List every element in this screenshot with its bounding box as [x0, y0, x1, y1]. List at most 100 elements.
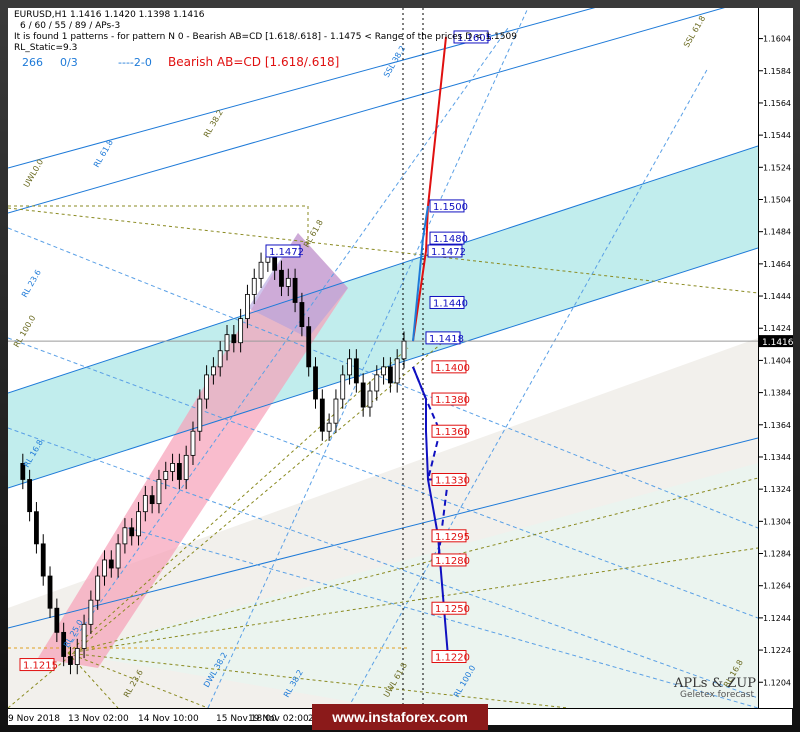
candle-body	[183, 454, 189, 480]
candle-body	[279, 269, 284, 287]
candle-body	[360, 382, 366, 408]
candle-body	[149, 495, 155, 505]
candle-body	[340, 374, 346, 400]
down-target-label: 1.1250	[435, 604, 470, 615]
down-target-label: 1.1295	[435, 532, 470, 543]
candle-body	[319, 398, 325, 432]
candle-body	[211, 366, 216, 376]
y-tick-label: 1.1524	[763, 163, 791, 172]
symbol-line: EURUSD,H1 1.1416 1.1420 1.1398 1.1416	[14, 10, 205, 20]
candle-body	[387, 366, 393, 384]
candle-body	[40, 543, 46, 577]
y-tick-label: 1.1504	[763, 195, 791, 204]
candle-body	[394, 358, 400, 384]
y-tick-label: 1.1364	[763, 421, 791, 430]
y-tick-label: 1.1264	[763, 582, 791, 591]
current-price-label: 1.1416	[762, 338, 793, 348]
candle-body	[326, 422, 332, 432]
candle-body	[54, 607, 60, 633]
y-tick-label: 1.1344	[763, 453, 791, 462]
y-tick-label: 1.1444	[763, 292, 791, 301]
candle-body	[217, 350, 223, 368]
candle-body	[81, 623, 87, 649]
candle-body	[353, 358, 359, 384]
level-line-label: UWL0.0	[22, 158, 45, 189]
params-line: 6 / 60 / 55 / 89 / APs-3	[20, 21, 121, 31]
level-line-label: RL 61.8	[302, 218, 325, 249]
site-banner[interactable]: www.instaforex.com	[312, 704, 488, 730]
down-target-label: 1.1330	[435, 475, 470, 486]
candle-body	[238, 318, 244, 344]
candle-body	[258, 261, 264, 279]
down-target-label: 1.1400	[435, 363, 470, 374]
candle-body	[204, 374, 209, 400]
candle-body	[136, 511, 141, 537]
candle-body	[313, 366, 318, 400]
y-tick-label: 1.1244	[763, 614, 791, 623]
plot-area[interactable]: 1.1605 1.1500 1.1480 1.1472 1.1440 1.1418 1.14…	[7, 0, 759, 709]
x-tick-label: 19 Nov 02:00	[248, 714, 309, 724]
candle-body	[163, 471, 169, 480]
candle-body	[68, 656, 73, 665]
swing-high-label: 1.1472	[269, 247, 304, 258]
counter-b: 0/3	[60, 56, 78, 69]
up-target-label: 1.1480	[433, 234, 468, 245]
watermark-title: APLs & ZUP	[674, 676, 757, 691]
pattern-name: Bearish AB=CD [1.618/.618]	[168, 55, 340, 69]
candle-body	[129, 527, 135, 537]
candle-body	[176, 463, 182, 480]
down-target-label: 1.1380	[435, 395, 470, 406]
y-tick-label: 1.1564	[763, 99, 791, 108]
y-tick-label: 1.1544	[763, 131, 791, 140]
counter-c: ----2-0	[118, 56, 152, 69]
candle-body	[190, 430, 196, 456]
candle-body	[102, 559, 107, 577]
level-line-label: RL 38.2	[202, 108, 225, 139]
candle-body	[245, 294, 250, 319]
candle-body	[108, 559, 114, 569]
candle-body	[251, 277, 257, 295]
candle-body	[88, 599, 94, 625]
x-tick-label: 9 Nov 2018	[8, 714, 60, 724]
candle-body	[122, 527, 128, 545]
y-tick-label: 1.1224	[763, 646, 791, 655]
up-target-label: 1.1472	[431, 247, 466, 258]
swing-low-label: 1.1215	[23, 661, 58, 672]
y-tick-label: 1.1284	[763, 550, 791, 559]
candle-body	[292, 277, 298, 303]
y-tick-label: 1.1204	[763, 678, 791, 687]
candle-body	[374, 374, 380, 392]
y-tick-label: 1.1484	[763, 228, 791, 237]
y-tick-label: 1.1424	[763, 324, 791, 333]
static-line: RL_Static=9.3	[14, 43, 78, 53]
up-target-label: 1.1500	[433, 202, 468, 213]
y-tick-label: 1.1384	[763, 389, 791, 398]
chart-svg: 1.16051.15001.14801.14721.14401.14181.14…	[7, 0, 759, 709]
down-target-label: 1.1360	[435, 427, 470, 438]
level-line-label: RL 61.8	[92, 138, 115, 169]
y-tick-label: 1.1464	[763, 260, 791, 269]
price-axis: 1.1604 1.1584 1.1564 1.1544 1.1524 1.1504 1.14…	[758, 8, 794, 708]
candle-body	[142, 495, 148, 513]
candle-body	[401, 340, 407, 360]
candle-body	[115, 543, 121, 569]
candle-body	[34, 511, 39, 545]
y-tick-label: 1.1324	[763, 485, 791, 494]
candle-body	[333, 398, 339, 424]
candle-body	[299, 302, 305, 328]
y-tick-label: 1.1304	[763, 517, 791, 526]
counter-a: 266	[22, 56, 43, 69]
candle-body	[170, 463, 175, 472]
candle-body	[367, 390, 373, 408]
y-tick-label: 1.1584	[763, 67, 791, 76]
candle-body	[381, 366, 386, 376]
y-tick-label: 1.1604	[763, 35, 791, 44]
candle-body	[197, 398, 203, 432]
up-target-label: 1.1418	[429, 334, 464, 345]
level-line-label: RL 23.6	[20, 268, 43, 299]
candle-body	[285, 277, 291, 287]
down-target-label: 1.1220	[435, 653, 470, 664]
up-target-label: 1.1440	[433, 298, 468, 309]
x-tick-label: 13 Nov 02:00	[68, 714, 129, 724]
candle-body	[231, 334, 237, 344]
